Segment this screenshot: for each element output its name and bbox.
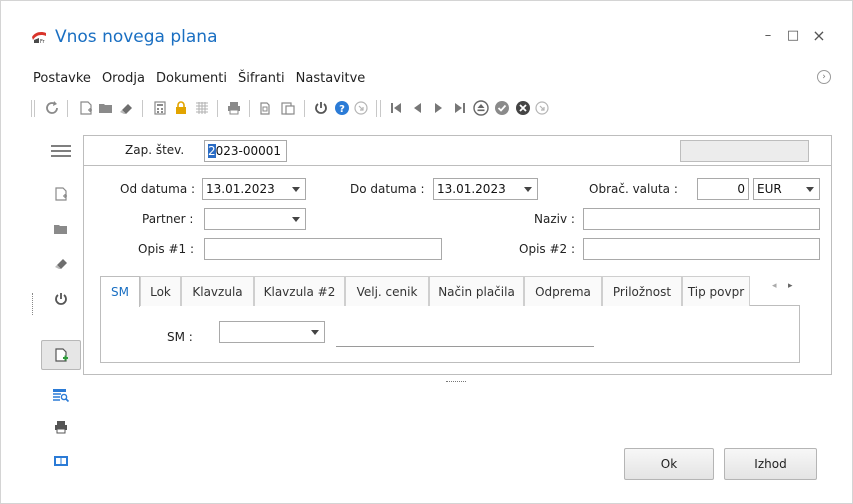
obrac-valuta-amount[interactable]: 0 (697, 178, 749, 200)
do-datuma-picker[interactable]: 13.01.2023 (433, 178, 538, 200)
partner-select[interactable] (204, 208, 306, 230)
ok-button[interactable]: Ok (624, 448, 714, 480)
print-icon[interactable] (225, 99, 243, 117)
tab-scroll-right-icon[interactable]: ▸ (788, 281, 793, 291)
tab-priloznost[interactable]: Priložnost (602, 276, 682, 306)
menu-postavke[interactable]: Postavke (33, 71, 91, 89)
expand-icon[interactable] (352, 99, 370, 117)
opis1-input[interactable] (204, 238, 442, 260)
next-record-icon[interactable] (430, 99, 448, 117)
toolbar-separator (217, 100, 218, 117)
title-bar: Fr Vnos novega plana – □ × (1, 1, 852, 67)
izhod-button[interactable]: Izhod (724, 448, 817, 480)
obrac-valuta-label: Obrač. valuta : (589, 182, 678, 196)
menu-bar: Postavke Orodja Dokumenti Šifranti Nasta… (33, 71, 376, 89)
eraser-icon[interactable] (41, 250, 81, 276)
tab-odprema[interactable]: Odprema (524, 276, 602, 306)
table-search-icon[interactable] (41, 382, 81, 408)
add-document-icon[interactable] (41, 340, 81, 370)
tab-nacin-placila[interactable]: Način plačila (429, 276, 524, 306)
previous-record-icon[interactable] (408, 99, 426, 117)
help-icon[interactable]: ? (333, 99, 351, 117)
copy-icon[interactable] (257, 99, 275, 117)
svg-text:?: ? (339, 104, 345, 115)
tab-sm[interactable]: SM (100, 276, 140, 307)
power-icon[interactable] (41, 286, 81, 312)
new-document-icon[interactable] (41, 181, 81, 207)
tab-lok[interactable]: Lok (140, 276, 181, 306)
chevron-down-icon[interactable] (292, 187, 300, 192)
chevron-down-icon[interactable] (524, 187, 532, 192)
toolbar: ? (31, 97, 711, 121)
od-datuma-label: Od datuma : (120, 182, 196, 196)
confirm-icon[interactable] (493, 99, 511, 117)
expand-icon[interactable] (533, 99, 551, 117)
calculator-icon[interactable] (151, 99, 169, 117)
chevron-down-icon[interactable] (806, 187, 814, 192)
menu-orodja[interactable]: Orodja (102, 71, 145, 89)
collapse-ribbon-icon[interactable]: › (817, 70, 831, 84)
tab-klavzula-2[interactable]: Klavzula #2 (254, 276, 345, 306)
toolbar-grip (34, 100, 35, 117)
svg-text:Fr: Fr (40, 39, 46, 44)
toolbar-separator (142, 100, 143, 117)
maximize-button[interactable]: □ (785, 28, 801, 44)
status-field (680, 140, 809, 162)
menu-dokumenti[interactable]: Dokumenti (156, 71, 227, 89)
close-button[interactable]: × (811, 28, 827, 44)
partner-label: Partner : (142, 212, 194, 226)
app-logo-icon: Fr (31, 28, 47, 45)
main-window: Fr Vnos novega plana – □ × Postavke Orod… (0, 0, 853, 504)
open-folder-icon[interactable] (97, 99, 115, 117)
tab-content-sm (100, 305, 800, 363)
eraser-icon[interactable] (117, 99, 135, 117)
naziv-input[interactable] (583, 208, 820, 230)
sm-label: SM : (167, 330, 193, 344)
opis1-label: Opis #1 : (138, 242, 195, 256)
do-datuma-label: Do datuma : (350, 182, 425, 196)
toolbar-separator (304, 100, 305, 117)
new-document-icon[interactable] (77, 99, 95, 117)
menu-nastavitve[interactable]: Nastavitve (296, 71, 366, 89)
panel-icon[interactable] (41, 448, 81, 474)
first-record-icon[interactable] (387, 99, 405, 117)
tab-tip-povpr[interactable]: Tip povpr (682, 276, 750, 306)
last-record-icon[interactable] (451, 99, 469, 117)
header-divider (83, 165, 832, 166)
cancel-icon[interactable] (514, 99, 532, 117)
power-icon[interactable] (312, 99, 330, 117)
opis2-label: Opis #2 : (519, 242, 576, 256)
rail-divider (32, 293, 34, 315)
sm-description-field (336, 346, 594, 347)
menu-icon[interactable] (41, 138, 81, 164)
chevron-down-icon[interactable] (311, 330, 319, 335)
menu-sifranti[interactable]: Šifranti (238, 71, 285, 89)
od-datuma-picker[interactable]: 13.01.2023 (202, 178, 306, 200)
zap-stev-input[interactable]: 2023-00001 (204, 140, 287, 162)
sm-select[interactable] (219, 321, 325, 343)
opis2-input[interactable] (583, 238, 820, 260)
print-icon[interactable] (41, 414, 81, 440)
splitter-handle[interactable] (446, 381, 466, 383)
paste-icon[interactable] (279, 99, 297, 117)
window-title: Vnos novega plana (55, 27, 218, 47)
currency-select[interactable]: EUR (753, 178, 820, 200)
toolbar-separator (380, 100, 381, 117)
zap-stev-label: Zap. štev. (125, 143, 185, 157)
open-folder-icon[interactable] (41, 216, 81, 242)
tab-velj-cenik[interactable]: Velj. cenik (345, 276, 429, 306)
naziv-label: Naziv : (534, 212, 575, 226)
lock-icon[interactable] (172, 99, 190, 117)
refresh-icon[interactable] (43, 99, 61, 117)
toolbar-separator (249, 100, 250, 117)
minimize-button[interactable]: – (760, 28, 776, 44)
toolbar-separator (376, 100, 377, 117)
toolbar-separator (67, 100, 68, 117)
eject-icon[interactable] (472, 99, 490, 117)
chevron-down-icon[interactable] (292, 217, 300, 222)
toolbar-grip (31, 100, 32, 117)
tab-scroll-left-icon[interactable]: ◂ (772, 281, 777, 291)
grid-icon[interactable] (193, 99, 211, 117)
tab-klavzula[interactable]: Klavzula (181, 276, 254, 306)
